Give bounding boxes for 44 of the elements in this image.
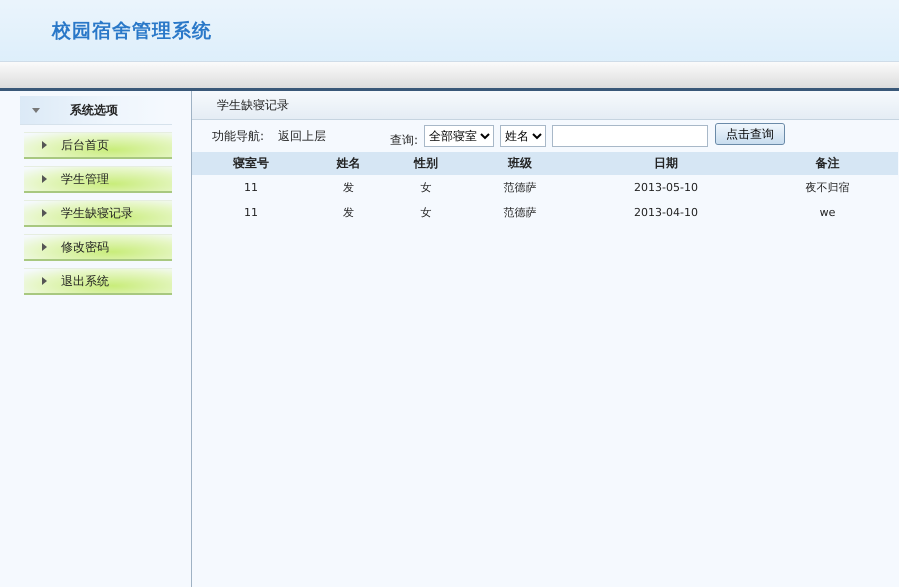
table-cell-text: we (818, 205, 836, 221)
search-button[interactable]: 点击查询 (715, 123, 786, 145)
table-cell: 发 (310, 175, 387, 200)
triangle-icon (42, 175, 47, 183)
back-link[interactable]: 返回上层 (278, 128, 326, 144)
table-cell: 女 (387, 175, 465, 200)
table-cell-text: 发 (342, 205, 355, 221)
sidebar-item-label: 后台首页 (61, 136, 109, 154)
table-cell: 11 (192, 175, 310, 200)
sidebar-item[interactable]: 学生缺寝记录 (24, 200, 172, 227)
table-cell: 范德萨 (465, 175, 575, 200)
column-header: 寝室号 (192, 152, 310, 175)
dorm-select[interactable]: 全部寝室 (424, 125, 494, 147)
table-cell-text: 范德萨 (502, 205, 538, 221)
nav-label: 功能导航: (212, 128, 264, 144)
column-header: 备注 (757, 152, 898, 175)
table-cell: 夜不归宿 (757, 175, 898, 200)
caret-icon (32, 108, 40, 112)
sidebar-item-label: 学生缺寝记录 (61, 204, 133, 222)
query-label: 查询: (390, 132, 418, 148)
panel-title: 学生缺寝记录 (217, 96, 289, 114)
table-cell-text: 11 (243, 205, 259, 221)
sidebar-item[interactable]: 退出系统 (24, 268, 172, 295)
sidebar-item[interactable]: 修改密码 (24, 234, 172, 261)
triangle-icon (42, 243, 47, 251)
sidebar-item-label: 退出系统 (61, 272, 109, 290)
site-title: 校园宿舍管理系统 (52, 18, 212, 44)
column-header: 性别 (387, 152, 465, 175)
sidebar-item-label: 修改密码 (61, 238, 109, 256)
column-header: 日期 (575, 152, 757, 175)
field-select[interactable]: 姓名 (500, 125, 546, 147)
table-cell: 2013-05-10 (575, 175, 757, 200)
sidebar-item[interactable]: 学生管理 (24, 166, 172, 193)
sidebar-heading-text: 系统选项 (70, 102, 118, 118)
sidebar-item[interactable]: 后台首页 (24, 132, 172, 159)
triangle-icon (42, 209, 47, 217)
search-field[interactable] (552, 125, 708, 147)
column-header: 班级 (465, 152, 575, 175)
triangle-icon (42, 277, 47, 285)
triangle-icon (42, 141, 47, 149)
column-header: 姓名 (310, 152, 387, 175)
sidebar-item-label: 学生管理 (61, 170, 109, 188)
table-cell-text: 女 (420, 205, 432, 221)
table-cell-text: 2013-04-10 (633, 205, 699, 221)
